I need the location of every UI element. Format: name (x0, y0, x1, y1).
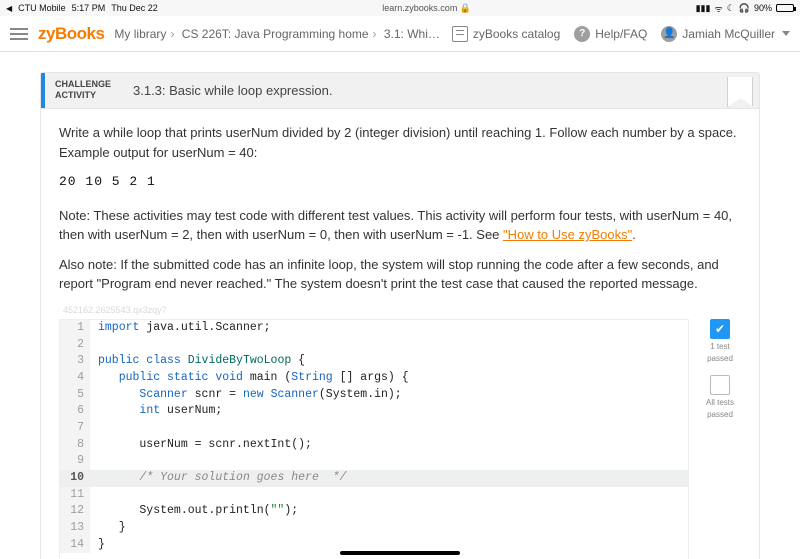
wifi-icon: ᯤ (714, 2, 722, 15)
code-line[interactable]: 11 (60, 487, 688, 504)
line-number: 2 (60, 337, 90, 354)
crumb-0[interactable]: My library (114, 27, 166, 41)
all-tests-passed-label: All tests passed (699, 397, 741, 421)
line-number: 5 (60, 387, 90, 404)
code-content[interactable]: userNum = scnr.nextInt(); (90, 437, 688, 454)
app-top-bar: zyBooks My library› CS 226T: Java Progra… (0, 16, 800, 52)
back-caret-icon: ◀ (6, 4, 12, 13)
code-content[interactable]: /* Your solution goes here */ (90, 470, 688, 487)
catalog-icon (452, 26, 468, 42)
line-number: 7 (60, 420, 90, 437)
line-number: 3 (60, 353, 90, 370)
user-menu[interactable]: 👤 Jamiah McQuiller (661, 26, 790, 42)
line-number: 12 (60, 503, 90, 520)
how-to-use-link[interactable]: "How to Use zyBooks" (503, 227, 632, 242)
prompt-text: Write a while loop that prints userNum d… (59, 123, 741, 162)
signal-icon: ▮▮▮ (696, 3, 711, 14)
crumb-2[interactable]: 3.1: While loops (384, 27, 442, 41)
code-content[interactable]: int userNum; (90, 403, 688, 420)
code-line[interactable]: 3public class DivideByTwoLoop { (60, 353, 688, 370)
bookmark-button[interactable] (727, 77, 753, 107)
battery-icon (776, 4, 794, 12)
code-content[interactable]: } (90, 520, 688, 537)
code-line[interactable]: 8 userNum = scnr.nextInt(); (60, 437, 688, 454)
line-number: 14 (60, 537, 90, 554)
catalog-link[interactable]: zyBooks catalog (452, 26, 560, 42)
help-icon: ? (574, 26, 590, 42)
all-tests-passed-icon (710, 375, 730, 395)
sample-output: 20 10 5 2 1 (59, 172, 741, 192)
code-content[interactable] (90, 487, 688, 504)
help-link[interactable]: ? Help/FAQ (574, 26, 647, 42)
back-app-label[interactable]: CTU Mobile (18, 3, 66, 13)
code-line[interactable]: 12 System.out.println(""); (60, 503, 688, 520)
code-content[interactable] (90, 453, 688, 470)
chevron-down-icon (782, 31, 790, 36)
user-name: Jamiah McQuiller (682, 27, 775, 41)
status-date: Thu Dec 22 (111, 3, 158, 13)
code-line[interactable]: 10 /* Your solution goes here */ (60, 470, 688, 487)
code-editor[interactable]: 1import java.util.Scanner;2 3public clas… (59, 319, 689, 559)
zybooks-logo[interactable]: zyBooks (38, 24, 104, 44)
activity-badge: CHALLENGE ACTIVITY (41, 73, 121, 108)
line-number: 13 (60, 520, 90, 537)
status-time: 5:17 PM (72, 3, 106, 13)
code-line[interactable]: 9 (60, 453, 688, 470)
code-line[interactable]: 1import java.util.Scanner; (60, 320, 688, 337)
breadcrumb[interactable]: My library› CS 226T: Java Programming ho… (114, 27, 441, 41)
code-line[interactable]: 2 (60, 337, 688, 354)
line-number: 9 (60, 453, 90, 470)
help-label: Help/FAQ (595, 27, 647, 41)
avatar-icon: 👤 (661, 26, 677, 42)
activity-title: 3.1.3: Basic while loop expression. (121, 73, 727, 108)
activity-card: CHALLENGE ACTIVITY 3.1.3: Basic while lo… (40, 72, 760, 559)
code-line[interactable]: 4 public static void main (String [] arg… (60, 370, 688, 387)
line-number: 11 (60, 487, 90, 504)
one-test-passed-label: 1 test passed (699, 341, 741, 365)
watermark: 452162.2625543.qx3zqy7 (63, 304, 741, 318)
lock-icon: 🔒 (460, 3, 471, 13)
crumb-1[interactable]: CS 226T: Java Programming home (182, 27, 369, 41)
line-number: 8 (60, 437, 90, 454)
device-status-bar: ◀ CTU Mobile 5:17 PM Thu Dec 22 learn.zy… (0, 0, 800, 16)
badge-line2: ACTIVITY (55, 90, 111, 101)
badge-line1: CHALLENGE (55, 79, 111, 90)
line-number: 6 (60, 403, 90, 420)
dnd-icon: ☾ (727, 3, 735, 14)
note-2: Also note: If the submitted code has an … (59, 255, 741, 294)
code-content[interactable]: public static void main (String [] args)… (90, 370, 688, 387)
code-line[interactable]: 5 Scanner scnr = new Scanner(System.in); (60, 387, 688, 404)
one-test-passed-icon: ✔ (710, 319, 730, 339)
note-1: Note: These activities may test code wit… (59, 206, 741, 245)
test-status-sidebar: ✔ 1 test passed All tests passed (699, 319, 741, 559)
headphones-icon: 🎧 (739, 3, 750, 14)
line-number: 4 (60, 370, 90, 387)
home-indicator[interactable] (340, 551, 460, 555)
code-content[interactable] (90, 337, 688, 354)
code-content[interactable]: public class DivideByTwoLoop { (90, 353, 688, 370)
code-line[interactable]: 6 int userNum; (60, 403, 688, 420)
code-content[interactable]: Scanner scnr = new Scanner(System.in); (90, 387, 688, 404)
code-line[interactable]: 13 } (60, 520, 688, 537)
code-content[interactable]: import java.util.Scanner; (90, 320, 688, 337)
menu-button[interactable] (10, 28, 28, 40)
code-content[interactable]: System.out.println(""); (90, 503, 688, 520)
line-number: 10 (60, 470, 90, 487)
catalog-label: zyBooks catalog (473, 27, 560, 41)
battery-pct: 90% (754, 3, 772, 13)
code-line[interactable]: 7 (60, 420, 688, 437)
line-number: 1 (60, 320, 90, 337)
code-content[interactable] (90, 420, 688, 437)
url-domain: learn.zybooks.com (382, 3, 457, 13)
